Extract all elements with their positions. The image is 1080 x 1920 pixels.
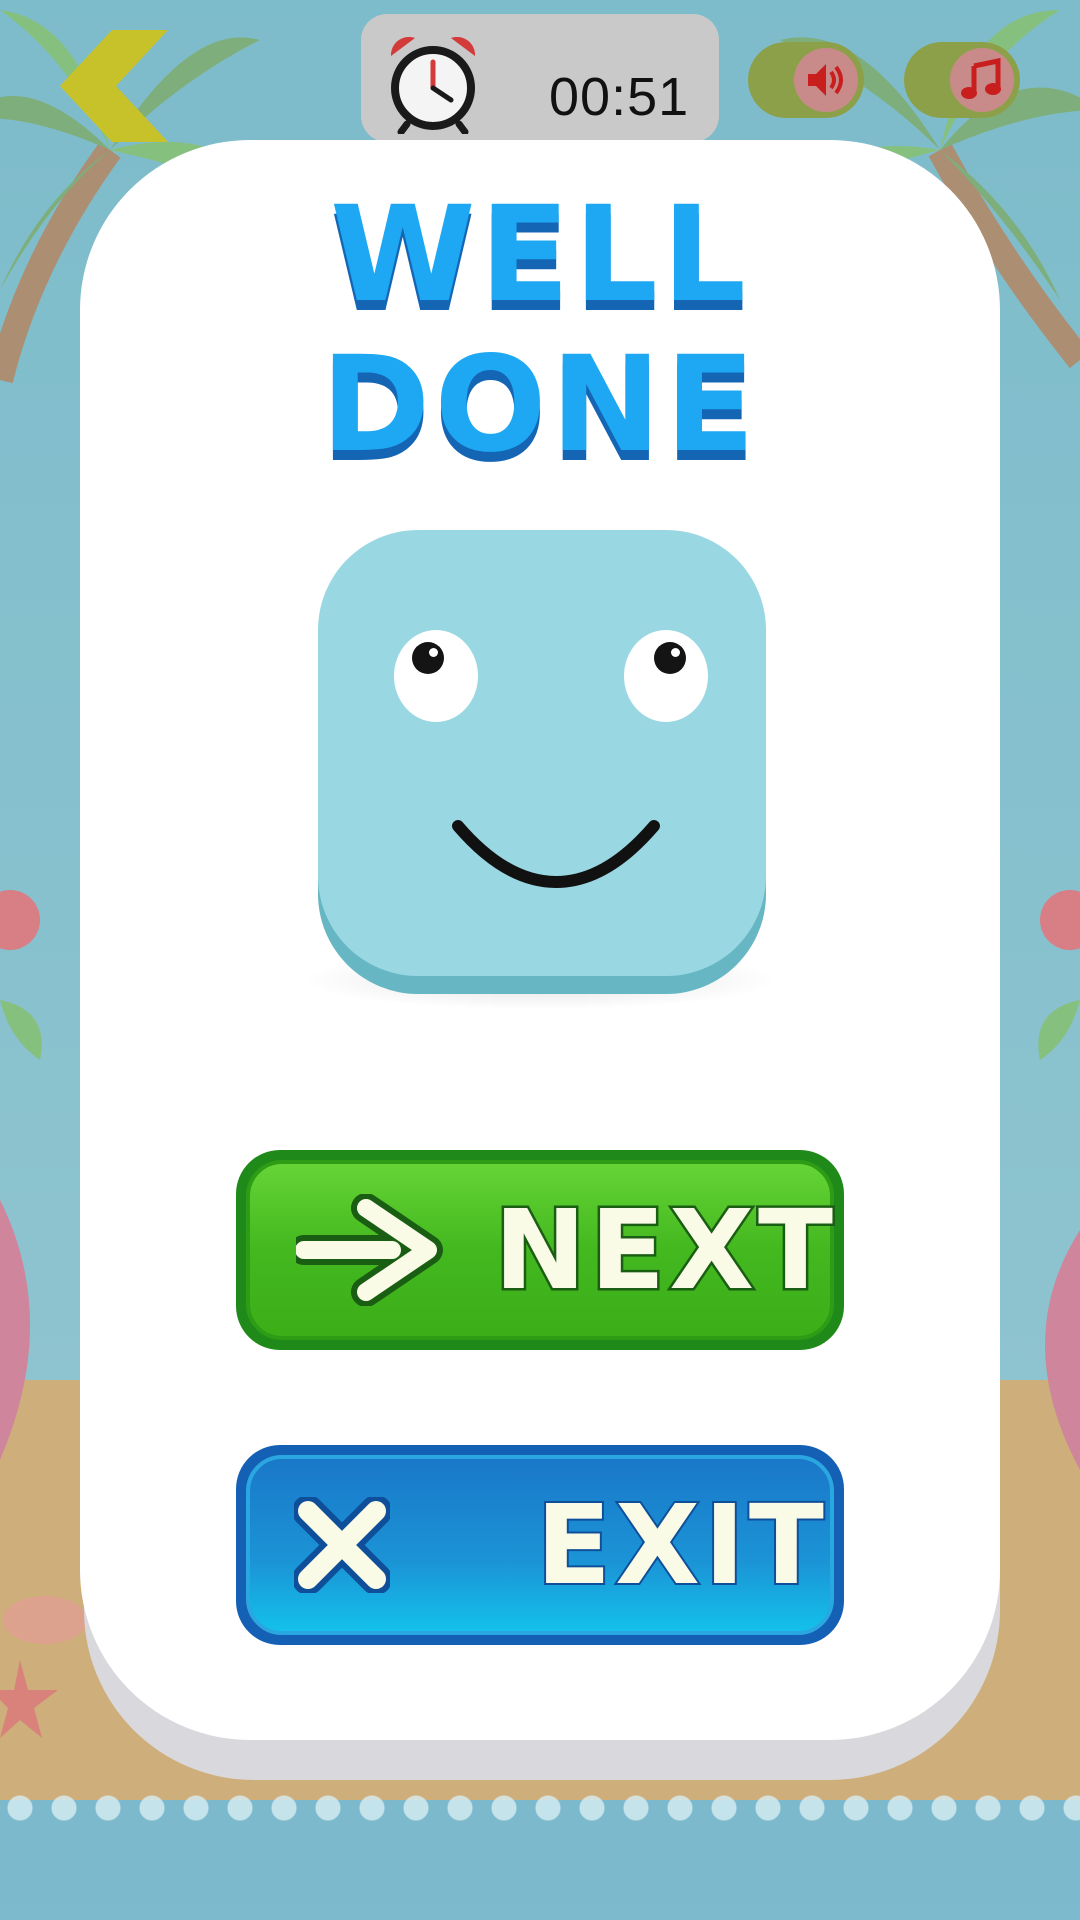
right-eye (624, 630, 708, 722)
exit-button[interactable]: EXIT (236, 1445, 844, 1645)
timer-panel: 00:51 (361, 14, 719, 142)
smile-mouth (452, 820, 660, 889)
chevron-left-icon (60, 30, 168, 142)
title-line-1: WELL (330, 178, 750, 332)
smiley-face (318, 530, 766, 976)
alarm-clock-icon (390, 36, 476, 134)
music-note-icon (961, 58, 1001, 99)
timer-value: 00:51 (549, 67, 690, 127)
title-line-2: DONE (320, 328, 760, 482)
arrow-right-icon (296, 1194, 443, 1306)
sound-toggle-knob (794, 48, 858, 112)
left-pupil (412, 642, 444, 674)
music-toggle[interactable] (904, 42, 1020, 118)
music-toggle-knob (950, 48, 1014, 112)
next-button-label: NEXT (491, 1186, 838, 1314)
left-eye (394, 630, 478, 722)
close-icon (294, 1497, 390, 1593)
right-pupil (654, 642, 686, 674)
back-button[interactable] (52, 26, 172, 146)
exit-button-label: EXIT (534, 1481, 828, 1609)
sound-toggle[interactable] (748, 42, 864, 118)
next-button[interactable]: NEXT (236, 1150, 844, 1350)
speaker-icon (808, 64, 843, 96)
